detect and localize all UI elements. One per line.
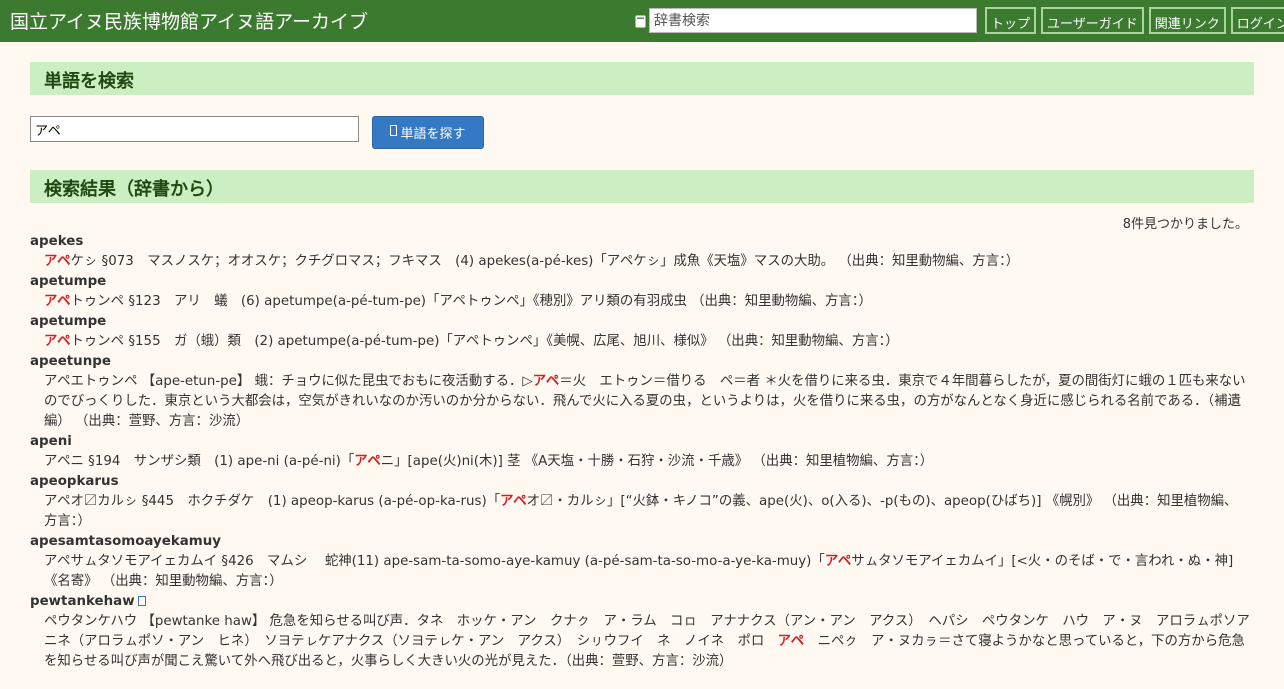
result-entry: apetumpe アペトゥンペ §123 アリ 蟻 (6) apetumpe(a… — [30, 272, 1250, 312]
header-nav: トップ ユーザーガイド 関連リンク ログイン — [985, 7, 1284, 34]
entry-word[interactable]: apeopkarus — [30, 472, 1250, 492]
highlight-match: アペ — [777, 634, 805, 649]
search-section-title: 単語を検索 — [30, 62, 1254, 95]
highlight-match: アペ — [532, 374, 560, 389]
find-word-button[interactable]: 単語を探す — [372, 116, 484, 149]
result-entry: apekes アペケㇱ §073 マスノスケ；オオスケ；クチグロマス；フキマス … — [30, 232, 1250, 272]
entry-word[interactable]: apeni — [30, 432, 1250, 452]
nav-top[interactable]: トップ — [985, 7, 1037, 34]
entry-word[interactable]: apekes — [30, 232, 1250, 252]
result-count: 8件見つかりました。 — [1122, 217, 1248, 232]
entry-word[interactable]: pewtankehaw — [30, 594, 135, 609]
entry-definition: アペオ〼カルㇱ §445 ホクチダケ (1) apeop-karus (a-pé… — [44, 494, 1238, 529]
entry-word[interactable]: apesamtasomoayekamuy — [30, 532, 1250, 552]
entry-word[interactable]: apeetunpe — [30, 352, 1250, 372]
highlight-match: アペ — [500, 494, 527, 509]
result-entry: pewtankehaw ペウタンケハウ 【pewtanke haw】 危急を知ら… — [30, 592, 1250, 672]
top-bar: 国立アイヌ民族博物館アイヌ語アーカイブ トップ ユーザーガイド 関連リンク ログ… — [0, 0, 1284, 42]
site-title[interactable]: 国立アイヌ民族博物館アイヌ語アーカイブ — [10, 7, 368, 34]
highlight-match: アペ — [44, 254, 71, 269]
nav-login[interactable]: ログイン — [1230, 7, 1284, 34]
nav-user-guide[interactable]: ユーザーガイド — [1041, 7, 1144, 34]
book-icon — [634, 14, 646, 28]
entry-definition: アペケㇱ §073 マスノスケ；オオスケ；クチグロマス；フキマス (4) ape… — [44, 254, 1020, 269]
results-section-title: 検索結果（辞書から） — [30, 170, 1254, 203]
dictionary-search-input[interactable] — [649, 8, 977, 33]
highlight-match: アペ — [354, 454, 381, 469]
entry-definition: アペエトゥンペ 【ape-etun-pe】 蛾：チョウに似た昆虫でおもに夜活動す… — [44, 374, 1246, 429]
highlight-match: アペ — [44, 334, 71, 349]
entry-definition: アペトゥンペ §155 ガ（蛾）類 (2) apetumpe(a-pé-tum-… — [44, 334, 899, 349]
find-word-button-label: 単語を探す — [400, 127, 466, 142]
external-link-icon[interactable] — [137, 593, 146, 606]
result-entry: apeetunpe アペエトゥンペ 【ape-etun-pe】 蛾：チョウに似た… — [30, 352, 1250, 432]
entry-word[interactable]: apetumpe — [30, 272, 1250, 292]
search-icon — [390, 125, 398, 140]
result-entry: apetumpe アペトゥンペ §155 ガ（蛾）類 (2) apetumpe(… — [30, 312, 1250, 352]
nav-related-links[interactable]: 関連リンク — [1148, 7, 1226, 34]
word-search-input[interactable] — [30, 116, 359, 142]
highlight-match: アペ — [44, 294, 71, 309]
entry-definition: アペトゥンペ §123 アリ 蟻 (6) apetumpe(a-pé-tum-p… — [44, 294, 872, 309]
results-list: apekes アペケㇱ §073 マスノスケ；オオスケ；クチグロマス；フキマス … — [30, 232, 1250, 672]
result-entry: apeopkarus アペオ〼カルㇱ §445 ホクチダケ (1) apeop-… — [30, 472, 1250, 532]
result-entry: apesamtasomoayekamuy アペサㇺタソモアイェカムイ §426 … — [30, 532, 1250, 592]
entry-definition: アペニ §194 サンザシ類 (1) ape-ni (a-pé-ni)「アペニ」… — [44, 454, 934, 469]
highlight-match: アペ — [824, 554, 852, 569]
result-entry: apeni アペニ §194 サンザシ類 (1) ape-ni (a-pé-ni… — [30, 432, 1250, 472]
entry-definition: アペサㇺタソモアイェカムイ §426 マムシ 蛇神(11) ape-sam-ta… — [44, 554, 1234, 589]
entry-word[interactable]: apetumpe — [30, 312, 1250, 332]
entry-word-row: pewtankehaw — [30, 592, 1250, 612]
entry-definition: ペウタンケハウ 【pewtanke haw】 危急を知らせる叫び声．タネ ホッケ… — [44, 614, 1250, 669]
